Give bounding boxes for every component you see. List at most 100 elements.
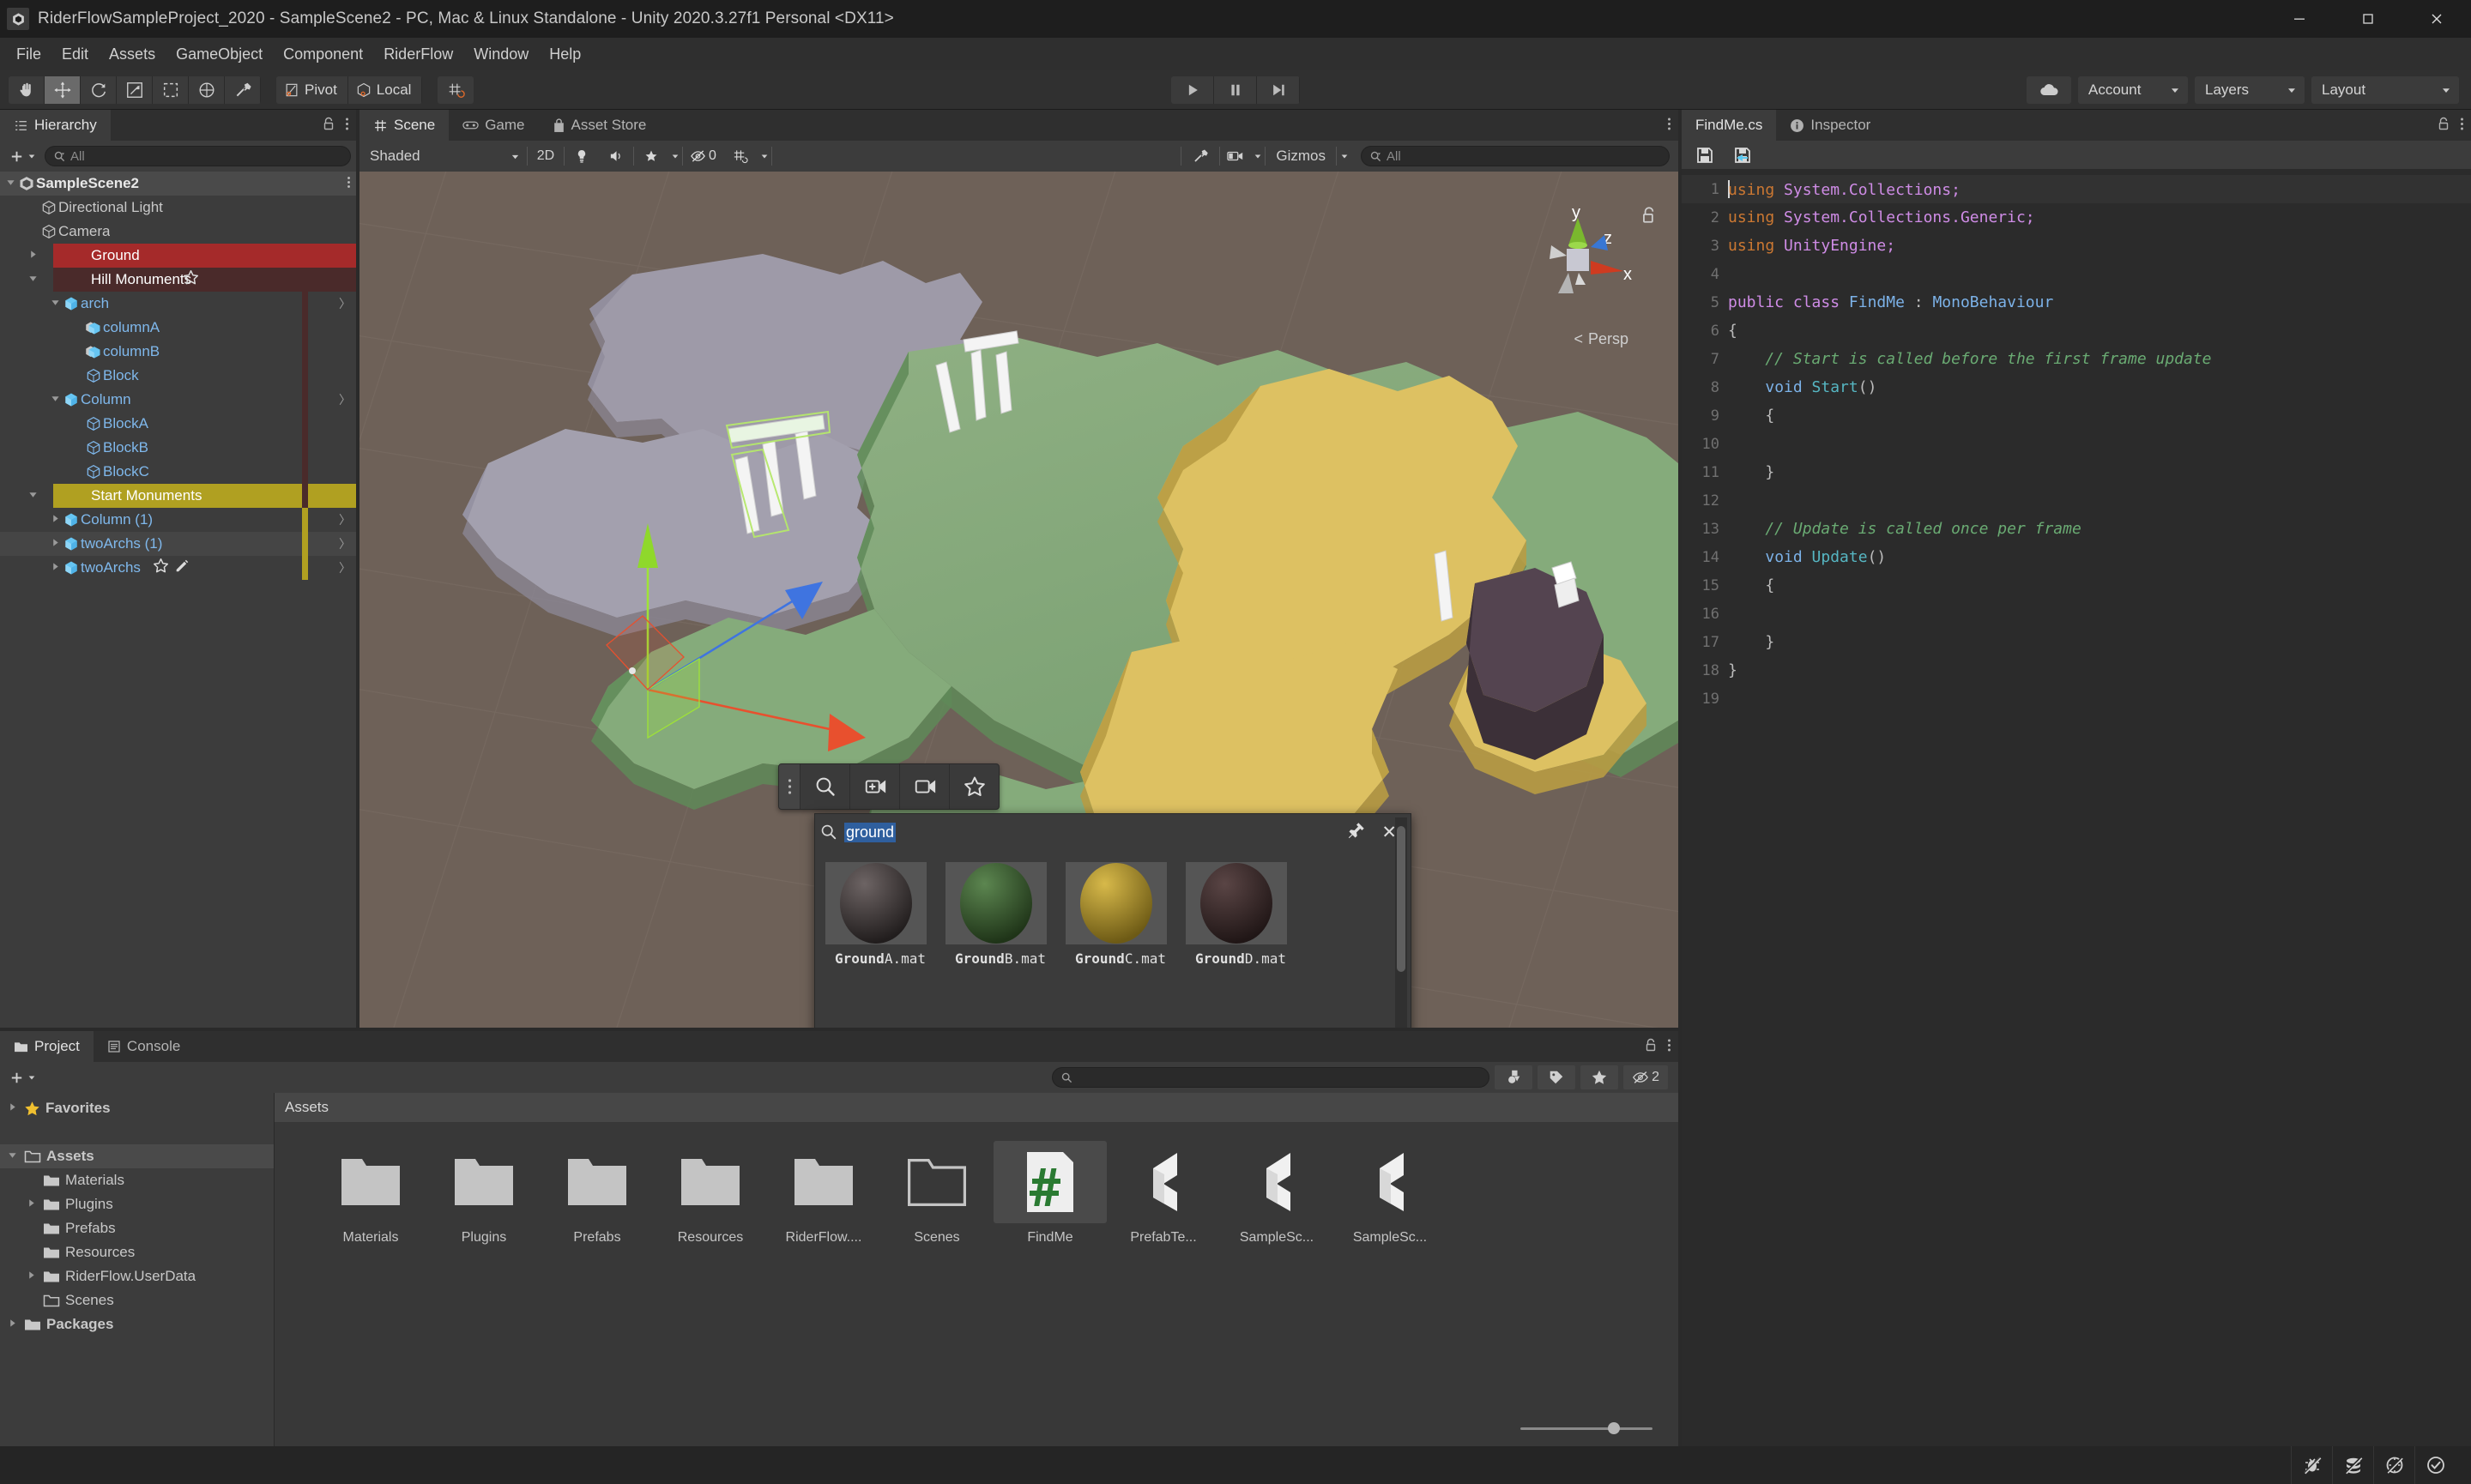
- camera-bookmarks-button[interactable]: [899, 764, 949, 809]
- hierarchy-row[interactable]: Hill Monuments: [0, 268, 356, 292]
- save-icon[interactable]: [1689, 143, 1721, 167]
- hierarchy-expand-arrow[interactable]: [48, 562, 62, 574]
- scene-audio-toggle[interactable]: [599, 144, 633, 168]
- star-icon[interactable]: [183, 269, 199, 290]
- scene-search-input[interactable]: All: [1361, 146, 1670, 166]
- grid-snapping-button[interactable]: [438, 76, 474, 104]
- project-tree-item[interactable]: RiderFlow.UserData: [0, 1264, 274, 1288]
- project-menu-icon[interactable]: [1667, 1038, 1671, 1057]
- asset-grid-item[interactable]: Prefabs: [541, 1141, 654, 1246]
- layers-dropdown[interactable]: Layers: [2195, 76, 2305, 104]
- project-tree-item[interactable]: Favorites: [0, 1096, 274, 1120]
- code-line[interactable]: 14 void Update(): [1682, 543, 2471, 571]
- asset-grid-item[interactable]: SampleSc...: [1333, 1141, 1447, 1246]
- menu-component[interactable]: Component: [274, 42, 372, 67]
- scene-fx-toggle[interactable]: [634, 144, 668, 168]
- project-zoom-slider[interactable]: [1520, 1422, 1620, 1434]
- cache-server-disabled-icon[interactable]: [2332, 1446, 2373, 1484]
- scene-lighting-toggle[interactable]: [565, 144, 599, 168]
- progress-done-icon[interactable]: [2414, 1446, 2456, 1484]
- filter-by-label-icon[interactable]: [1538, 1065, 1575, 1089]
- shading-mode-dropdown[interactable]: Shaded: [359, 144, 527, 168]
- hierarchy-row-chevron[interactable]: 〉: [339, 295, 351, 312]
- hierarchy-row[interactable]: Camera: [0, 220, 356, 244]
- popup-scrollbar[interactable]: [1395, 817, 1407, 1028]
- hierarchy-row[interactable]: Ground: [0, 244, 356, 268]
- tab-scene[interactable]: Scene: [359, 110, 449, 141]
- material-result-item[interactable]: GroundD.mat: [1186, 862, 1296, 1028]
- material-result-item[interactable]: GroundC.mat: [1066, 862, 1175, 1028]
- gizmos-button[interactable]: Gizmos: [1266, 144, 1336, 168]
- scene-fx-dropdown[interactable]: [668, 144, 682, 168]
- hierarchy-row-chevron[interactable]: 〉: [339, 511, 351, 528]
- hierarchy-menu-icon[interactable]: [345, 117, 349, 136]
- hierarchy-expand-arrow[interactable]: [26, 250, 39, 262]
- menu-gameobject[interactable]: GameObject: [166, 42, 272, 67]
- asset-grid-item[interactable]: Scenes: [880, 1141, 994, 1246]
- lock-icon[interactable]: [322, 117, 335, 136]
- scene-hidden-objects-toggle[interactable]: 0: [683, 144, 723, 168]
- code-line[interactable]: 13 // Update is called once per frame: [1682, 515, 2471, 543]
- lock-icon[interactable]: [2437, 117, 2450, 136]
- menu-help[interactable]: Help: [540, 42, 590, 67]
- menu-edit[interactable]: Edit: [52, 42, 98, 67]
- minimize-button[interactable]: [2265, 0, 2334, 38]
- scene-camera-dropdown[interactable]: [1251, 144, 1265, 168]
- asset-grid-item[interactable]: FindMe: [994, 1141, 1107, 1246]
- project-tree-item[interactable]: Scenes: [0, 1288, 274, 1312]
- tab-hierarchy[interactable]: Hierarchy: [0, 110, 111, 141]
- scene-camera-settings-button[interactable]: [1220, 144, 1251, 168]
- project-zoom-knob[interactable]: [1608, 1422, 1620, 1434]
- divider-hierarchy-scene[interactable]: [356, 110, 359, 1028]
- scene-viewport[interactable]: y z x <Persp: [359, 172, 1678, 1028]
- material-result-item[interactable]: GroundB.mat: [946, 862, 1055, 1028]
- code-line[interactable]: 16: [1682, 600, 2471, 628]
- menu-assets[interactable]: Assets: [100, 42, 165, 67]
- move-tool-button[interactable]: [45, 76, 81, 104]
- project-search-input[interactable]: [1052, 1067, 1489, 1088]
- hierarchy-expand-arrow[interactable]: [48, 514, 62, 526]
- project-tree-item[interactable]: Resources: [0, 1240, 274, 1264]
- hierarchy-expand-arrow[interactable]: [3, 178, 17, 190]
- tab-console[interactable]: Console: [94, 1031, 194, 1062]
- close-button[interactable]: [2402, 0, 2471, 38]
- pin-icon[interactable]: [1340, 821, 1373, 844]
- hierarchy-expand-arrow[interactable]: [48, 298, 62, 310]
- pause-button[interactable]: [1214, 76, 1257, 104]
- project-folder-tree[interactable]: FavoritesAssetsMaterialsPluginsPrefabsRe…: [0, 1093, 275, 1446]
- tab-asset-store[interactable]: Asset Store: [539, 110, 661, 141]
- code-line[interactable]: 11 }: [1682, 458, 2471, 486]
- hand-tool-button[interactable]: [9, 76, 45, 104]
- code-line[interactable]: 7 // Start is called before the first fr…: [1682, 345, 2471, 373]
- popup-search-input[interactable]: ground: [820, 819, 1333, 845]
- save-reload-icon[interactable]: [1726, 143, 1759, 167]
- asset-grid-item[interactable]: PrefabTe...: [1107, 1141, 1220, 1246]
- hierarchy-add-button[interactable]: [5, 148, 39, 165]
- cloud-services-button[interactable]: [2027, 76, 2071, 104]
- favorites-filter-icon[interactable]: [1580, 1065, 1618, 1089]
- transform-tool-button[interactable]: [189, 76, 225, 104]
- code-line[interactable]: 18}: [1682, 656, 2471, 685]
- favorites-button[interactable]: [949, 764, 999, 809]
- tab-game[interactable]: Game: [449, 110, 538, 141]
- code-line[interactable]: 6{: [1682, 317, 2471, 345]
- hierarchy-expand-arrow[interactable]: [48, 394, 62, 406]
- menu-file[interactable]: File: [7, 42, 51, 67]
- popup-scrollbar-thumb[interactable]: [1397, 826, 1405, 972]
- hierarchy-row-chevron[interactable]: 〉: [339, 535, 351, 552]
- project-tree-item[interactable]: Prefabs: [0, 1216, 274, 1240]
- filter-by-type-icon[interactable]: [1495, 1065, 1532, 1089]
- toggle-2d-button[interactable]: 2D: [528, 144, 564, 168]
- rotate-tool-button[interactable]: [81, 76, 117, 104]
- project-tree-item[interactable]: Materials: [0, 1168, 274, 1192]
- asset-grid-item[interactable]: Materials: [314, 1141, 427, 1246]
- code-line[interactable]: 15 {: [1682, 571, 2471, 600]
- projection-mode-label[interactable]: <Persp: [1574, 330, 1628, 348]
- local-toggle-button[interactable]: Local: [348, 76, 423, 104]
- material-result-item[interactable]: GroundA.mat: [825, 862, 935, 1028]
- riderflow-search-button[interactable]: [800, 764, 849, 809]
- code-line[interactable]: 2using System.Collections.Generic;: [1682, 203, 2471, 232]
- asset-grid-item[interactable]: RiderFlow....: [767, 1141, 880, 1246]
- menu-window[interactable]: Window: [464, 42, 538, 67]
- code-line[interactable]: 3using UnityEngine;: [1682, 232, 2471, 260]
